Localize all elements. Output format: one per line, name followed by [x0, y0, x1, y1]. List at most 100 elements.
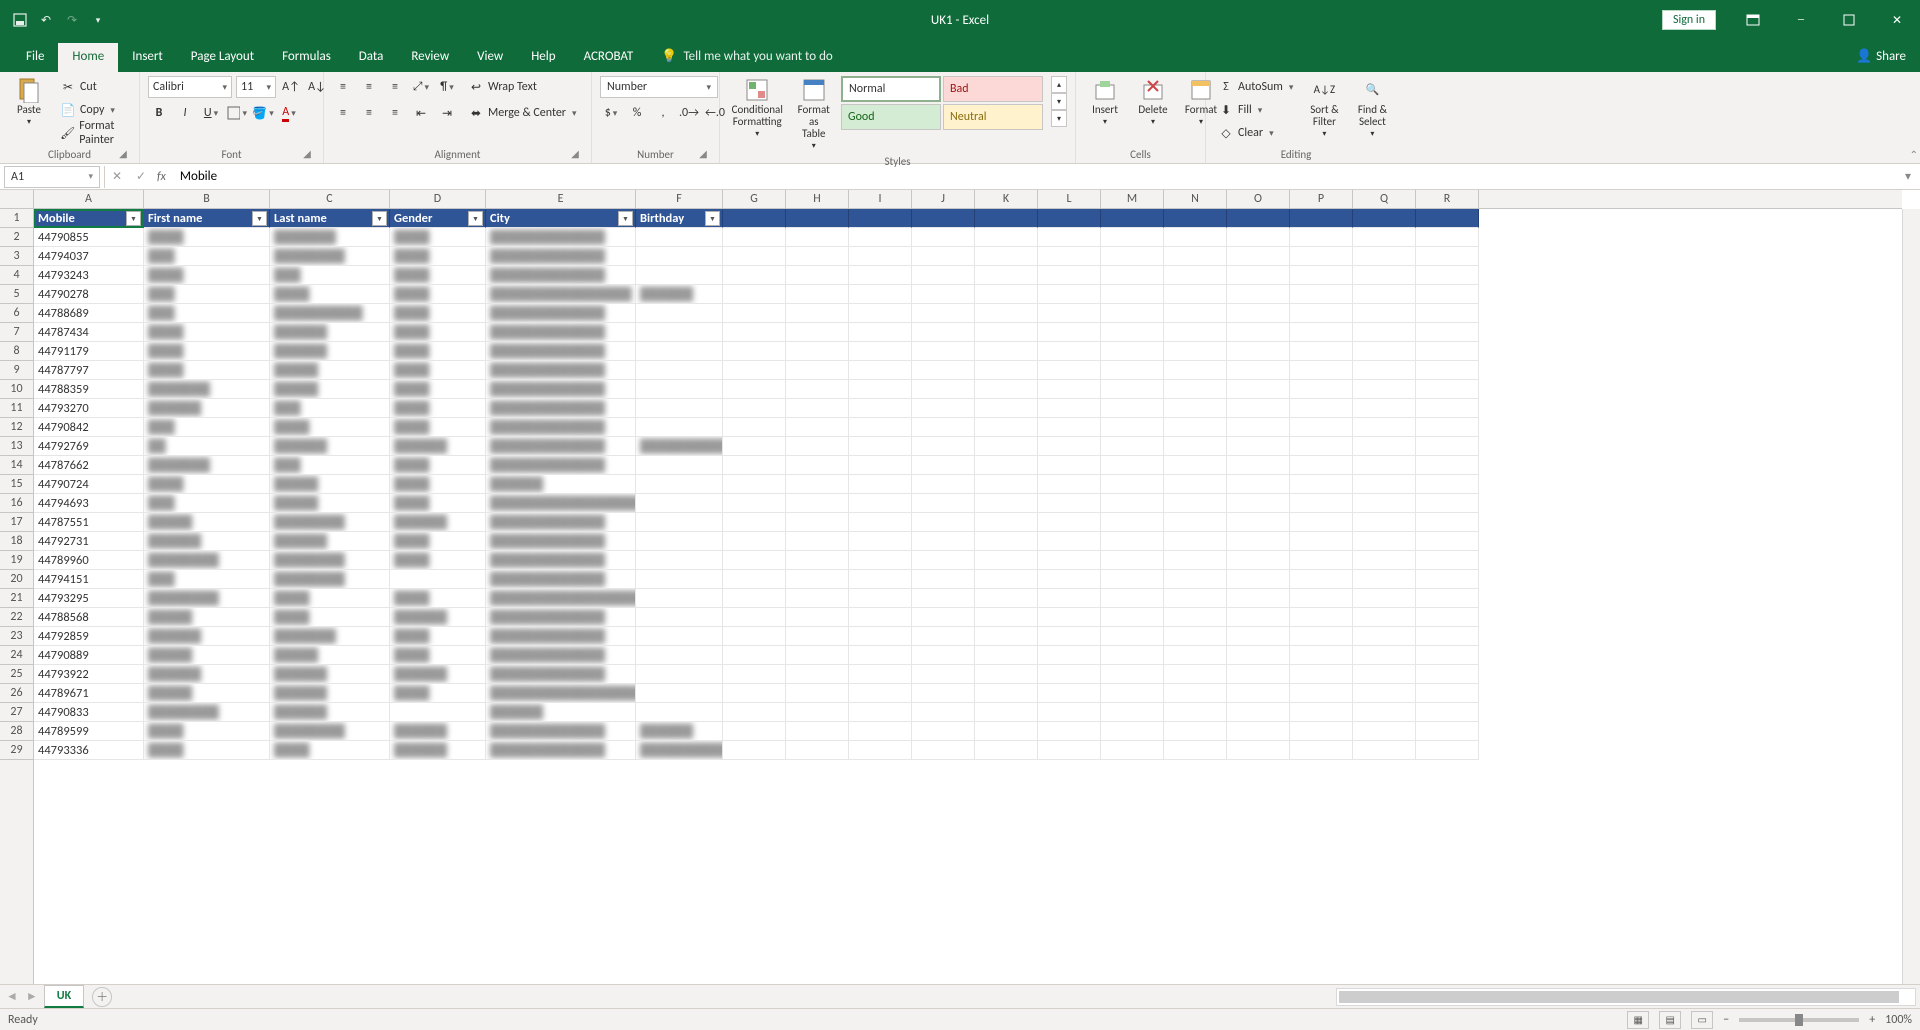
fill-button[interactable]: ⬇Fill: [1214, 99, 1297, 121]
cell[interactable]: [1164, 551, 1227, 570]
cell[interactable]: [636, 342, 723, 361]
cell[interactable]: [786, 304, 849, 323]
increase-indent-icon[interactable]: ⇥: [436, 102, 458, 124]
cell[interactable]: [723, 741, 786, 760]
cell[interactable]: [975, 703, 1038, 722]
cell[interactable]: [912, 399, 975, 418]
cell[interactable]: [786, 399, 849, 418]
cell[interactable]: [1101, 722, 1164, 741]
row-header-12[interactable]: 12: [0, 418, 33, 437]
merge-center-button[interactable]: ⬌Merge & Center: [464, 102, 581, 124]
cell[interactable]: [723, 323, 786, 342]
cell[interactable]: [1353, 418, 1416, 437]
cell[interactable]: [1353, 551, 1416, 570]
cell[interactable]: [1353, 513, 1416, 532]
cell[interactable]: [1416, 513, 1479, 532]
cell[interactable]: [1353, 247, 1416, 266]
row-header-3[interactable]: 3: [0, 247, 33, 266]
cell[interactable]: [975, 475, 1038, 494]
cell[interactable]: [1164, 342, 1227, 361]
undo-icon[interactable]: ↶: [36, 10, 56, 30]
cell[interactable]: [1038, 247, 1101, 266]
cell[interactable]: [975, 399, 1038, 418]
cell[interactable]: [849, 285, 912, 304]
cell[interactable]: ██: [144, 437, 270, 456]
cell[interactable]: 44788689: [34, 304, 144, 323]
cell[interactable]: [1227, 209, 1290, 228]
cell[interactable]: [1290, 266, 1353, 285]
cell[interactable]: [786, 532, 849, 551]
cell[interactable]: [1227, 475, 1290, 494]
dialog-launcher-clipboard[interactable]: ◢: [117, 147, 129, 159]
filter-dropdown-icon[interactable]: ▼: [705, 211, 720, 226]
cell[interactable]: ██████: [270, 684, 390, 703]
expand-formula-bar-icon[interactable]: ▾: [1896, 166, 1920, 188]
fill-color-button[interactable]: 🪣: [252, 102, 274, 124]
cell[interactable]: [1290, 608, 1353, 627]
cell[interactable]: [912, 285, 975, 304]
cell[interactable]: [849, 456, 912, 475]
cell[interactable]: ██████: [390, 437, 486, 456]
cell[interactable]: █████████████: [486, 399, 636, 418]
delete-cells-button[interactable]: Delete▾: [1132, 76, 1174, 129]
cell[interactable]: [912, 323, 975, 342]
percent-format-button[interactable]: %: [626, 102, 648, 124]
cell[interactable]: [723, 285, 786, 304]
normal-view-icon[interactable]: ▦: [1627, 1011, 1649, 1029]
cell[interactable]: [1101, 247, 1164, 266]
cell[interactable]: [1416, 532, 1479, 551]
cell[interactable]: [1353, 703, 1416, 722]
row-header-20[interactable]: 20: [0, 570, 33, 589]
cell[interactable]: ████: [144, 722, 270, 741]
cell[interactable]: [636, 608, 723, 627]
style-good[interactable]: Good: [841, 104, 941, 130]
cell[interactable]: [1416, 399, 1479, 418]
cell[interactable]: ███████████████████████: [486, 494, 636, 513]
select-all-corner[interactable]: [0, 190, 34, 209]
column-header-D[interactable]: D: [390, 190, 486, 208]
cell[interactable]: [786, 247, 849, 266]
cell[interactable]: [975, 684, 1038, 703]
conditional-formatting-button[interactable]: Conditional Formatting▾: [728, 76, 786, 141]
cell[interactable]: [1290, 285, 1353, 304]
cell[interactable]: 44787434: [34, 323, 144, 342]
cell[interactable]: [786, 380, 849, 399]
cell[interactable]: Mobile▼: [34, 209, 144, 228]
cell[interactable]: █████████████: [486, 665, 636, 684]
cell[interactable]: [1038, 684, 1101, 703]
row-headers[interactable]: 1234567891011121314151617181920212223242…: [0, 209, 34, 984]
increase-decimal-icon[interactable]: .0→: [678, 102, 700, 124]
cell[interactable]: [786, 418, 849, 437]
cell[interactable]: ████: [390, 266, 486, 285]
cell[interactable]: [723, 266, 786, 285]
cell[interactable]: City▼: [486, 209, 636, 228]
cell[interactable]: █████: [270, 380, 390, 399]
column-header-N[interactable]: N: [1164, 190, 1227, 208]
cell[interactable]: [1227, 304, 1290, 323]
cell[interactable]: [1290, 684, 1353, 703]
cell[interactable]: [723, 532, 786, 551]
cell[interactable]: [723, 703, 786, 722]
cell[interactable]: [975, 532, 1038, 551]
cell[interactable]: [1227, 551, 1290, 570]
column-header-C[interactable]: C: [270, 190, 390, 208]
cell[interactable]: [1290, 722, 1353, 741]
row-header-27[interactable]: 27: [0, 703, 33, 722]
cell[interactable]: [1164, 475, 1227, 494]
cell[interactable]: [636, 418, 723, 437]
cell[interactable]: █████: [270, 361, 390, 380]
cell[interactable]: [912, 456, 975, 475]
cell[interactable]: 44790889: [34, 646, 144, 665]
cell[interactable]: 44793270: [34, 399, 144, 418]
column-header-F[interactable]: F: [636, 190, 723, 208]
cell[interactable]: [1038, 665, 1101, 684]
cell[interactable]: [912, 608, 975, 627]
underline-button[interactable]: U: [200, 102, 222, 124]
cell[interactable]: [786, 437, 849, 456]
cell[interactable]: [1353, 456, 1416, 475]
cell[interactable]: [1353, 266, 1416, 285]
cell[interactable]: Last name▼: [270, 209, 390, 228]
cell[interactable]: ██████: [144, 399, 270, 418]
cell[interactable]: [1227, 494, 1290, 513]
clear-button[interactable]: ◇Clear: [1214, 122, 1297, 144]
